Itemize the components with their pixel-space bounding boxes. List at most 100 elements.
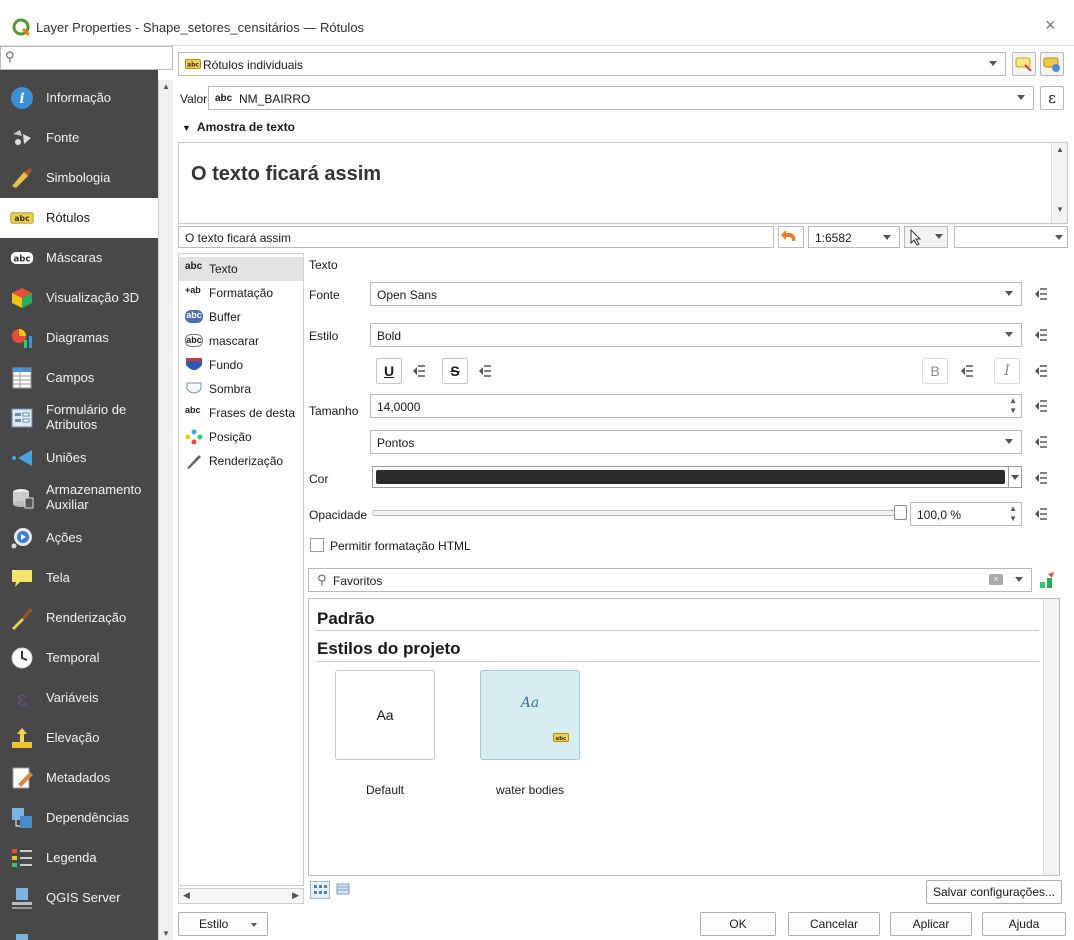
legend-icon — [12, 849, 32, 867]
icon-view-button[interactable] — [310, 881, 330, 899]
sidebar-item-formulario[interactable]: Formulário de Atributos — [0, 398, 158, 438]
italic-button[interactable]: I — [994, 358, 1020, 384]
sidebar-item-acoes[interactable]: Ações — [0, 518, 158, 558]
value-field-combo[interactable]: abc NM_BAIRRO — [208, 86, 1034, 110]
tile-label: water bodies — [495, 783, 565, 797]
bold-override-button[interactable] — [956, 360, 978, 382]
html-formatting-checkbox[interactable] — [310, 538, 324, 552]
sidebar-item-temporal[interactable]: Temporal — [0, 638, 158, 678]
sidebar-item-diagramas[interactable]: Diagramas — [0, 318, 158, 358]
opacity-slider-handle[interactable] — [894, 505, 907, 520]
tree-item-formatacao[interactable]: +ab Formatação — [179, 281, 303, 305]
style-tile-default[interactable]: Aa — [335, 670, 435, 760]
cancel-button[interactable]: Cancelar — [788, 912, 880, 936]
expression-button[interactable]: ε — [1040, 86, 1064, 110]
style-menu-button[interactable]: Estilo — [178, 912, 268, 936]
tree-item-texto[interactable]: abc Texto — [179, 257, 303, 281]
sidebar-item-informacao[interactable]: i Informação — [0, 78, 158, 118]
style-combo[interactable]: Bold — [370, 323, 1022, 347]
sidebar-item-tela[interactable]: Tela — [0, 558, 158, 598]
color-dropdown[interactable] — [1008, 466, 1022, 488]
font-combo[interactable]: Open Sans — [370, 282, 1022, 306]
size-spinbox[interactable]: 14,0000 ▲ ▼ — [370, 394, 1022, 418]
underline-button[interactable]: U — [376, 358, 402, 384]
size-unit-combo[interactable]: Pontos — [370, 430, 1022, 454]
list-view-button[interactable] — [334, 881, 354, 899]
sidebar-item-campos[interactable]: Campos — [0, 358, 158, 398]
sidebar-item-fonte[interactable]: Fonte — [0, 118, 158, 158]
sidebar-search-input[interactable]: ⚲ — [0, 46, 173, 70]
style-search-input[interactable]: ⚲ Favoritos × — [308, 568, 1032, 592]
chevron-down-icon[interactable] — [1015, 577, 1023, 582]
tree-item-frases[interactable]: abc Frases de desta — [179, 401, 303, 425]
tree-item-fundo[interactable]: Fundo — [179, 353, 303, 377]
font-override-button[interactable] — [1030, 283, 1052, 305]
tree-item-buffer[interactable]: abc Buffer — [179, 305, 303, 329]
sidebar-item-renderizacao[interactable]: Renderização — [0, 598, 158, 638]
style-tile-water-bodies[interactable]: Aa abc — [480, 670, 580, 760]
opacity-spinbox[interactable]: 100,0 % ▲ ▼ — [910, 502, 1022, 526]
ok-button[interactable]: OK — [700, 912, 776, 936]
preview-background-combo[interactable] — [954, 226, 1068, 248]
clear-icon[interactable]: × — [989, 574, 1003, 585]
sample-section-header[interactable]: ▼ Amostra de texto — [182, 120, 295, 134]
label-style-button[interactable] — [1012, 52, 1036, 76]
underline-override-button[interactable] — [408, 360, 430, 382]
sidebar-item-unioes[interactable]: Uniões — [0, 438, 158, 478]
actions-icon — [11, 528, 32, 549]
scale-combo[interactable]: 1:6582 — [808, 226, 900, 248]
italic-override-button[interactable] — [1030, 360, 1052, 382]
sidebar-item-3d[interactable]: Visualização 3D — [0, 278, 158, 318]
tree-item-mascarar[interactable]: abc mascarar — [179, 329, 303, 353]
label-mode-combo[interactable]: abc Rótulos individuais — [178, 52, 1006, 76]
sidebar-item-elevacao[interactable]: Elevação — [0, 718, 158, 758]
spin-arrows-icon[interactable]: ▲ ▼ — [1009, 504, 1017, 524]
opacity-override-button[interactable] — [1030, 503, 1052, 525]
style-manager-button[interactable] — [1036, 570, 1058, 592]
close-icon[interactable]: × — [1045, 15, 1056, 36]
label-settings-tree: abc Texto +ab Formatação abc Buffer abc … — [178, 253, 304, 886]
sidebar-item-armazenamento[interactable]: Armazenamento Auxiliar — [0, 478, 158, 518]
preview-scrollbar[interactable]: ▲ ▼ — [1051, 143, 1067, 223]
scroll-up-icon[interactable]: ▲ — [162, 82, 170, 91]
sidebar-item-legenda[interactable]: Legenda — [0, 838, 158, 878]
bold-button[interactable]: B — [922, 358, 948, 384]
size-override-button[interactable] — [1030, 395, 1052, 417]
scroll-up-icon[interactable]: ▲ — [1056, 145, 1064, 154]
sidebar-item-dependencias[interactable]: Dependências — [0, 798, 158, 838]
sidebar-item-metadados[interactable]: Metadados — [0, 758, 158, 798]
tree-item-sombra[interactable]: Sombra — [179, 377, 303, 401]
background-color-button[interactable] — [904, 226, 948, 248]
sidebar-scrollbar[interactable]: ▲ ▼ — [158, 80, 173, 940]
strikeout-button[interactable]: S — [442, 358, 468, 384]
sidebar-item-label: Armazenamento Auxiliar — [46, 482, 142, 512]
help-button[interactable]: Ajuda — [982, 912, 1066, 936]
scroll-down-icon[interactable]: ▼ — [1056, 205, 1064, 214]
label-pin-button[interactable] — [1040, 52, 1064, 76]
reset-preview-button[interactable] — [778, 226, 804, 248]
spin-arrows-icon[interactable]: ▲ ▼ — [1009, 396, 1017, 416]
color-button[interactable] — [372, 466, 1020, 488]
strikeout-override-button[interactable] — [474, 360, 496, 382]
sidebar-item-rotulos[interactable]: abc Rótulos — [0, 198, 158, 238]
scroll-left-icon[interactable]: ◀ — [183, 890, 190, 901]
save-settings-button[interactable]: Salvar configurações... — [926, 880, 1062, 904]
sidebar-item-simbologia[interactable]: Simbologia — [0, 158, 158, 198]
scroll-down-icon[interactable]: ▼ — [162, 929, 170, 938]
opacity-slider[interactable] — [372, 510, 902, 516]
tree-horizontal-scrollbar[interactable]: ◀ ▶ — [178, 888, 304, 904]
sidebar-item-label: Legenda — [46, 850, 97, 865]
tree-item-posicao[interactable]: Posição — [179, 425, 303, 449]
style-override-button[interactable] — [1030, 324, 1052, 346]
color-override-button[interactable] — [1030, 467, 1052, 489]
sidebar-item-variaveis[interactable]: ε Variáveis — [0, 678, 158, 718]
unit-override-button[interactable] — [1030, 431, 1052, 453]
gallery-scrollbar[interactable] — [1043, 599, 1059, 875]
tree-item-renderizacao[interactable]: Renderização — [179, 449, 303, 473]
sidebar-item-qgis-server[interactable]: QGIS Server — [0, 878, 158, 918]
scroll-right-icon[interactable]: ▶ — [292, 890, 299, 901]
apply-button[interactable]: Aplicar — [890, 912, 972, 936]
preview-text-input[interactable]: O texto ficará assim — [178, 226, 774, 248]
sidebar-item-mascaras[interactable]: abc Máscaras — [0, 238, 158, 278]
server-icon — [12, 888, 32, 909]
